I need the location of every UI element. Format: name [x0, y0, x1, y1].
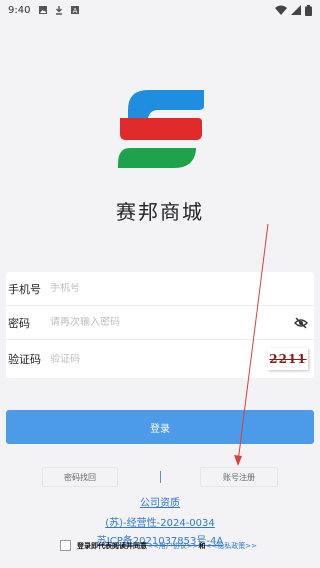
signal-icon [291, 5, 301, 15]
code-input[interactable] [50, 353, 268, 365]
register-button[interactable]: 账号注册 [200, 467, 278, 487]
image-icon [39, 6, 48, 14]
company-qualification-link[interactable]: 公司资质 [0, 494, 320, 509]
business-license-link[interactable]: (苏)-经营性-2024-0034 [0, 514, 320, 529]
phone-row: 手机号 [6, 272, 314, 306]
agree-checkbox[interactable] [60, 540, 71, 551]
status-bar: 9:40 A [0, 0, 320, 20]
logo-green-stripe [118, 148, 196, 168]
status-time: 9:40 [8, 4, 31, 16]
eye-off-icon[interactable] [294, 316, 308, 330]
password-label: 密码 [8, 316, 30, 330]
password-input[interactable] [50, 317, 294, 328]
agreement-row: 登录即代表阅读并同意 <<用户协议>> 和 <<隐私政策>> [60, 540, 257, 551]
svg-text:A: A [73, 7, 78, 15]
app-title: 赛邦商城 [116, 200, 204, 224]
forgot-password-button[interactable]: 密码找回 [42, 467, 118, 487]
agree-prefix: 登录即代表阅读并同意 [77, 541, 147, 550]
wifi-icon [275, 5, 287, 15]
password-row: 密码 [6, 306, 314, 340]
links-divider [160, 471, 161, 483]
battery-icon [305, 4, 312, 16]
app-logo [118, 90, 204, 168]
a-icon: A [71, 6, 80, 15]
agree-and: 和 [198, 541, 206, 550]
privacy-policy-link[interactable]: <<隐私政策>> [205, 541, 256, 551]
code-row: 验证码 2211 [6, 340, 314, 378]
user-agreement-link[interactable]: <<用户协议>> [147, 541, 198, 551]
logo-red-stripe [120, 118, 202, 140]
logo-blue-stripe [128, 90, 204, 118]
download-icon [56, 6, 63, 15]
phone-input[interactable] [50, 283, 308, 294]
phone-label: 手机号 [8, 282, 41, 296]
captcha-image[interactable]: 2211 [268, 348, 308, 370]
code-label: 验证码 [8, 353, 41, 366]
login-form: 手机号 密码 验证码 2211 [6, 272, 314, 378]
login-button[interactable]: 登录 [6, 410, 314, 444]
